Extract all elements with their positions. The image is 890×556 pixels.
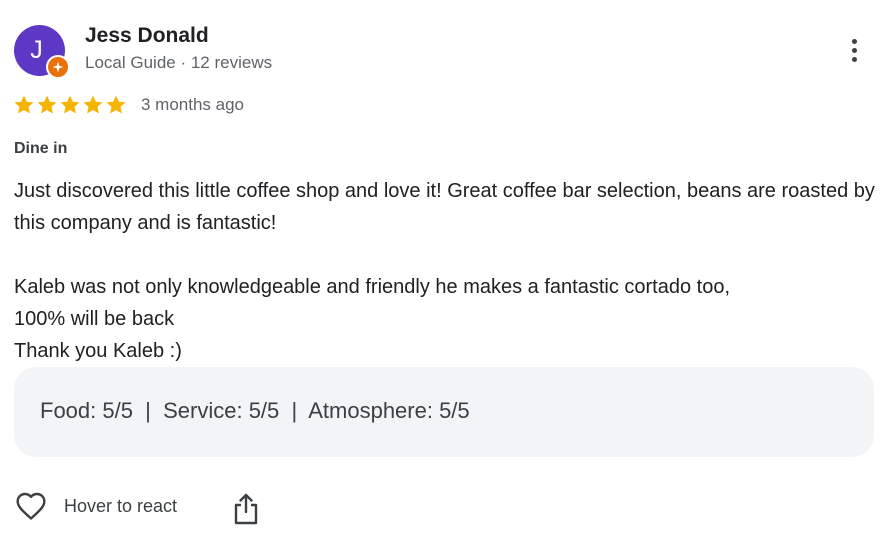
review-text: Just discovered this little coffee shop … xyxy=(14,175,882,367)
star-icon xyxy=(83,95,103,114)
share-button[interactable] xyxy=(232,492,260,526)
subratings-box: Food: 5/5 | Service: 5/5 | Atmosphere: 5… xyxy=(14,367,874,457)
review-paragraph: Kaleb was not only knowledgeable and fri… xyxy=(14,276,730,298)
service-type: Dine in xyxy=(14,140,68,157)
review-paragraph: Thank you Kaleb :) xyxy=(14,340,182,362)
subratings-text: Food: 5/5 | Service: 5/5 | Atmosphere: 5… xyxy=(40,398,470,423)
more-vert-icon xyxy=(851,38,857,44)
react-button[interactable]: Hover to react xyxy=(14,490,177,522)
share-icon xyxy=(234,493,258,525)
rating-row: 3 months ago xyxy=(13,94,244,116)
star-rating xyxy=(13,94,127,116)
star-icon xyxy=(60,95,80,114)
more-options-button[interactable] xyxy=(836,30,872,70)
review-paragraph: Just discovered this little coffee shop … xyxy=(14,180,875,234)
star-icon xyxy=(106,95,126,114)
review-actions: Hover to react xyxy=(14,490,258,525)
review-timestamp: 3 months ago xyxy=(141,95,245,114)
reviewer-name[interactable]: Jess Donald xyxy=(85,24,209,48)
heart-icon xyxy=(16,492,46,520)
react-label: Hover to react xyxy=(64,495,178,516)
star-icon xyxy=(14,95,34,114)
local-guide-badge-icon xyxy=(46,55,70,79)
reviewer-subtitle: Local Guide · 12 reviews xyxy=(85,53,273,72)
review-paragraph: 100% will be back xyxy=(14,308,175,330)
star-icon xyxy=(37,95,57,114)
